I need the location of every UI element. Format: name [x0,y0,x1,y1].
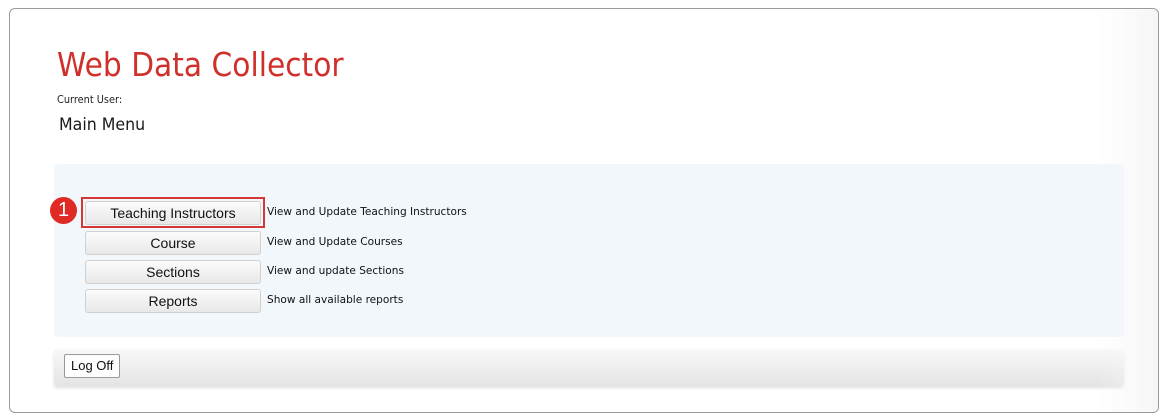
sections-button[interactable]: Sections [85,260,261,284]
menu-row-course: Course View and Update Courses [54,231,654,257]
course-button[interactable]: Course [85,231,261,255]
sections-description: View and update Sections [267,264,404,277]
menu-row-teaching-instructors: 1 Teaching Instructors View and Update T… [50,197,654,228]
step-badge: 1 [50,197,77,224]
teaching-instructors-description: View and Update Teaching Instructors [267,205,467,218]
page-title: Main Menu [59,115,146,135]
course-description: View and Update Courses [267,235,403,248]
app-title: Web Data Collector [57,45,344,84]
main-menu-panel: 1 Teaching Instructors View and Update T… [50,164,1124,337]
teaching-instructors-button[interactable]: Teaching Instructors [85,201,261,225]
menu-row-sections: Sections View and update Sections [54,260,654,286]
current-user-label: Current User: [57,94,123,106]
app-window: Web Data Collector Current User: Main Me… [9,8,1159,413]
reports-button[interactable]: Reports [85,289,261,313]
menu-row-reports: Reports Show all available reports [54,289,654,315]
footer-bar: Log Off [54,349,1124,386]
reports-description: Show all available reports [267,293,404,306]
log-off-button[interactable]: Log Off [64,354,121,378]
